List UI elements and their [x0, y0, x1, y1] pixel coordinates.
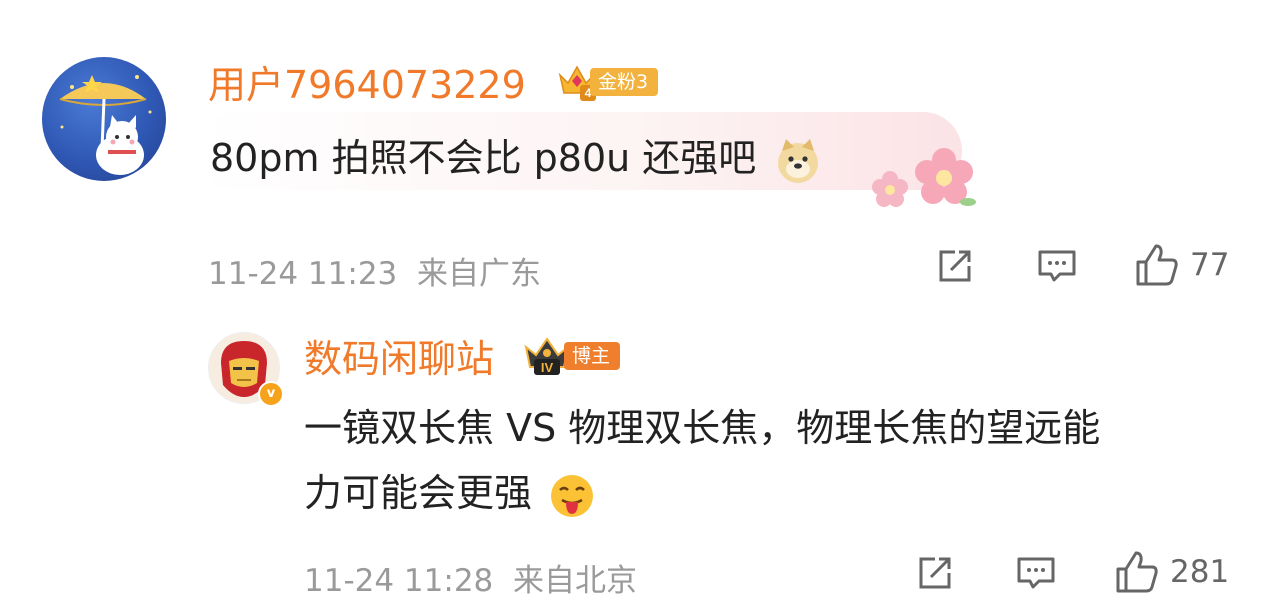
- badge-label: 金粉3: [590, 68, 659, 96]
- thumbs-up-icon: [1136, 244, 1178, 286]
- doge-emoji-icon: [774, 137, 822, 185]
- username[interactable]: 用户7964073229: [208, 66, 526, 104]
- reply-text-line2: 力可能会更强: [304, 463, 596, 524]
- verified-badge-icon: v: [258, 381, 284, 407]
- like-button[interactable]: 281: [1114, 549, 1229, 595]
- reply-text-line1: 一镜双长焦 VS 物理双长焦，物理长焦的望远能: [304, 406, 1101, 450]
- share-button[interactable]: [915, 553, 955, 593]
- user-avatar[interactable]: [42, 57, 166, 181]
- avatar-illustration: [59, 75, 152, 175]
- like-count: 77: [1190, 247, 1230, 283]
- blogger-badge[interactable]: IV 博主: [522, 337, 621, 375]
- flower-decoration-icon: [862, 144, 982, 218]
- badge-label: 博主: [564, 342, 621, 370]
- share-icon: [919, 557, 951, 589]
- share-button[interactable]: [935, 246, 975, 286]
- tongue-emoji-icon: [548, 472, 596, 520]
- share-icon: [939, 250, 971, 282]
- fan-badge[interactable]: 4 金粉3: [556, 65, 659, 101]
- reply-meta: 11-24 11:28 来自北京: [304, 563, 637, 599]
- svg-text:IV: IV: [541, 360, 554, 375]
- like-count: 281: [1170, 554, 1230, 590]
- comment-meta: 11-24 11:23 来自广东: [208, 256, 541, 292]
- comment-icon: [1038, 250, 1076, 282]
- username[interactable]: 数码闲聊站: [304, 340, 494, 378]
- like-button[interactable]: 77: [1134, 242, 1229, 288]
- comment-button[interactable]: [1015, 553, 1057, 593]
- comment-icon: [1017, 557, 1055, 589]
- comment-text: 80pm 拍照不会比 p80u 还强吧: [210, 128, 822, 189]
- comment-button[interactable]: [1036, 246, 1078, 286]
- thumbs-up-icon: [1116, 551, 1158, 593]
